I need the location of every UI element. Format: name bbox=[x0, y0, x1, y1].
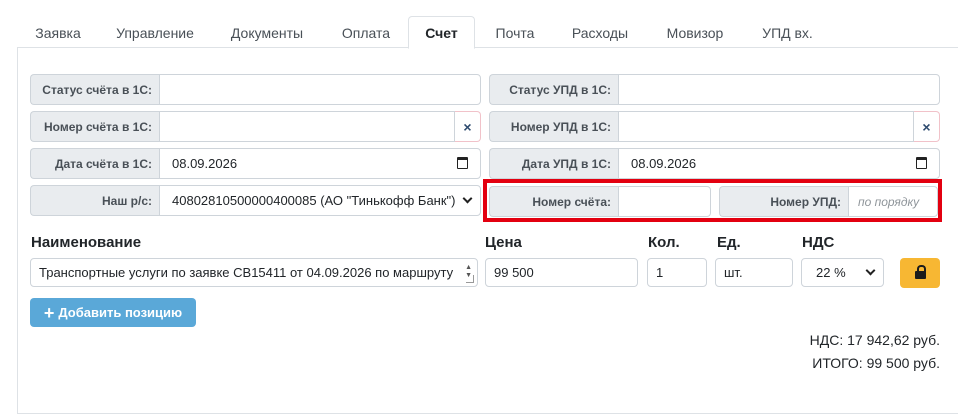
tab-invoice[interactable]: Счет bbox=[408, 16, 475, 49]
item-vat-value: 22 % bbox=[816, 265, 846, 280]
tab-payment[interactable]: Оплата bbox=[323, 16, 409, 49]
grand-total: ИТОГО: 99 500 руб. bbox=[812, 355, 940, 371]
upd-date-label: Дата УПД в 1С: bbox=[489, 148, 618, 179]
item-price-input[interactable]: 99 500 bbox=[485, 258, 638, 287]
header-name: Наименование bbox=[31, 234, 142, 251]
highlight-box bbox=[483, 179, 942, 222]
header-qty: Кол. bbox=[648, 234, 680, 251]
item-name-textarea[interactable]: Транспортные услуги по заявке СВ15411 от… bbox=[30, 258, 478, 287]
resize-handle-icon[interactable] bbox=[466, 275, 474, 283]
clear-upd-number-button[interactable]: × bbox=[914, 111, 940, 142]
upd-status-input[interactable] bbox=[618, 74, 940, 105]
item-vat-select[interactable]: 22 % bbox=[801, 258, 884, 287]
upd-status-group: Статус УПД в 1С: bbox=[489, 74, 940, 105]
vat-total: НДС: 17 942,62 руб. bbox=[809, 332, 940, 348]
invoice-number-group: Номер счёта в 1С: × bbox=[30, 111, 481, 142]
lock-icon bbox=[914, 265, 926, 279]
item-name-value: Транспортные услуги по заявке СВ15411 от… bbox=[39, 265, 454, 280]
calendar-icon[interactable] bbox=[457, 157, 468, 169]
tab-expenses[interactable]: Расходы bbox=[555, 16, 645, 49]
invoice-number-input[interactable] bbox=[159, 111, 455, 142]
lock-button[interactable] bbox=[900, 258, 940, 288]
invoice-status-label: Статус счёта в 1С: bbox=[30, 74, 159, 105]
account-group: Наш р/с: 40802810500000400085 (АО "Тиньк… bbox=[30, 185, 481, 216]
tab-management[interactable]: Управление bbox=[99, 16, 211, 49]
invoice-date-input[interactable]: 08.09.2026 bbox=[159, 148, 481, 179]
tab-documents[interactable]: Документы bbox=[211, 16, 323, 49]
upd-date-group: Дата УПД в 1С: 08.09.2026 bbox=[489, 148, 940, 179]
invoice-number-label: Номер счёта в 1С: bbox=[30, 111, 159, 142]
account-select[interactable]: 40802810500000400085 (АО "Тинькофф Банк"… bbox=[159, 185, 481, 216]
tab-upd-incoming[interactable]: УПД вх. bbox=[745, 16, 830, 49]
invoice-date-label: Дата счёта в 1С: bbox=[30, 148, 159, 179]
invoice-date-group: Дата счёта в 1С: 08.09.2026 bbox=[30, 148, 481, 179]
clear-invoice-number-button[interactable]: × bbox=[455, 111, 481, 142]
upd-date-value: 08.09.2026 bbox=[631, 156, 697, 171]
chevron-down-icon bbox=[462, 193, 473, 204]
invoice-status-group: Статус счёта в 1С: bbox=[30, 74, 481, 105]
tab-request[interactable]: Заявка bbox=[17, 16, 99, 49]
tab-bar: Заявка Управление Документы Оплата Счет … bbox=[17, 0, 958, 49]
invoice-status-input[interactable] bbox=[159, 74, 481, 105]
header-unit: Ед. bbox=[717, 234, 741, 251]
item-unit-input[interactable]: шт. bbox=[715, 258, 793, 287]
upd-status-label: Статус УПД в 1С: bbox=[489, 74, 618, 105]
tab-movizor[interactable]: Мовизор bbox=[645, 16, 745, 49]
item-qty-input[interactable]: 1 bbox=[647, 258, 707, 287]
close-icon: × bbox=[463, 118, 472, 135]
header-price: Цена bbox=[485, 234, 522, 251]
chevron-down-icon bbox=[865, 265, 876, 276]
upd-number-input[interactable] bbox=[618, 111, 914, 142]
plus-icon: + bbox=[43, 302, 55, 323]
calendar-icon[interactable] bbox=[916, 157, 927, 169]
account-label: Наш р/с: bbox=[30, 185, 159, 216]
close-icon: × bbox=[922, 118, 931, 135]
account-value: 40802810500000400085 (АО "Тинькофф Банк"… bbox=[172, 193, 456, 208]
add-position-label: Добавить позицию bbox=[58, 305, 183, 320]
header-vat: НДС bbox=[802, 234, 835, 251]
invoice-date-value: 08.09.2026 bbox=[172, 156, 238, 171]
upd-number-group: Номер УПД в 1С: × bbox=[489, 111, 940, 142]
tab-mail[interactable]: Почта bbox=[475, 16, 555, 49]
add-position-button[interactable]: + Добавить позицию bbox=[30, 298, 196, 327]
upd-date-input[interactable]: 08.09.2026 bbox=[618, 148, 940, 179]
upd-number-label: Номер УПД в 1С: bbox=[489, 111, 618, 142]
